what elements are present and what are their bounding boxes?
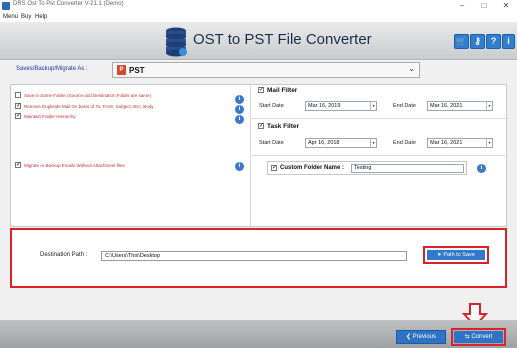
- custom-folder-label: Custom Folder Name :: [280, 165, 345, 171]
- path-to-save-button[interactable]: ➤ Path to Save: [427, 250, 485, 260]
- database-icon: [166, 27, 187, 57]
- task-filter-toggle[interactable]: ✓ Task Filter: [258, 122, 338, 131]
- convert-button[interactable]: ⇆ Convert: [454, 331, 503, 343]
- save-as-value: PST: [129, 66, 145, 75]
- path-to-save-highlight: ➤ Path to Save: [423, 246, 489, 264]
- filter-separator: [251, 118, 508, 119]
- option-label: Remove Duplicate Mail On basis of To, Fr…: [24, 104, 154, 109]
- menu-item-help[interactable]: Help: [35, 12, 47, 22]
- close-button[interactable]: ✕: [495, 0, 517, 12]
- window-title: DRS Ost To Pst Converter V-21.1 (Demo): [13, 1, 124, 7]
- custom-folder-input[interactable]: Testing: [351, 164, 464, 173]
- save-as-select[interactable]: P PST ⌄: [112, 62, 420, 78]
- question-icon[interactable]: ?: [486, 34, 501, 49]
- app-title: OST to PST File Converter: [193, 31, 372, 48]
- checkbox[interactable]: ✓: [15, 113, 21, 119]
- info-icon[interactable]: i: [502, 34, 515, 49]
- option-same-folder[interactable]: Save in Same Folder (Source and Destinat…: [15, 92, 245, 100]
- options-panel: Save in Same Folder (Source and Destinat…: [10, 84, 508, 228]
- convert-highlight: ⇆ Convert: [451, 328, 506, 346]
- app-window: DRS Ost To Pst Converter V-21.1 (Demo) –…: [0, 0, 517, 348]
- maximize-button[interactable]: □: [473, 0, 495, 12]
- checkbox[interactable]: [15, 92, 21, 98]
- panel-divider: [250, 85, 251, 228]
- previous-icon: ❮: [405, 334, 413, 340]
- menu-item-menu[interactable]: Menu: [3, 12, 18, 22]
- calendar-dropdown-icon[interactable]: ▾: [370, 139, 376, 147]
- task-end-value: Mar 16, 2021: [430, 140, 463, 146]
- option-without-attachments[interactable]: ✓ Migrate or Backup Emails Without Attac…: [15, 162, 245, 170]
- convert-label: Convert: [471, 334, 493, 340]
- app-icon: [2, 2, 10, 10]
- cart-icon[interactable]: 🛒: [454, 34, 469, 49]
- mail-start-value: Mar 16, 2019: [308, 103, 341, 109]
- calendar-dropdown-icon[interactable]: ▾: [370, 102, 376, 110]
- pst-file-icon: P: [117, 65, 126, 75]
- task-end-label: End Date: [393, 140, 416, 146]
- calendar-dropdown-icon[interactable]: ▾: [486, 139, 492, 147]
- destination-label: Destination Path :: [40, 252, 88, 258]
- checkbox[interactable]: ✓: [15, 162, 21, 168]
- info-icon[interactable]: i: [235, 162, 244, 171]
- checkbox[interactable]: ✓: [15, 103, 21, 109]
- info-icon[interactable]: i: [235, 115, 244, 124]
- checkbox[interactable]: ✓: [258, 87, 264, 93]
- title-bar: DRS Ost To Pst Converter V-21.1 (Demo) –…: [0, 0, 517, 12]
- destination-path-input[interactable]: C:\Users\This\Desktop: [101, 251, 407, 261]
- mail-filter-toggle[interactable]: ✓ Mail Filter: [258, 86, 338, 95]
- minimize-button[interactable]: –: [451, 0, 473, 12]
- save-as-label: Saves/Backup/Migrate As :: [16, 66, 88, 72]
- option-label: Migrate or Backup Emails Without Attachm…: [24, 163, 125, 168]
- checkbox[interactable]: ✓: [258, 123, 264, 129]
- option-maintain-hierarchy[interactable]: ✓ Maintain Folder Hierarchy: [15, 113, 245, 121]
- calendar-dropdown-icon[interactable]: ▾: [486, 102, 492, 110]
- footer-bar: ❮ Previous ⇆ Convert: [0, 320, 517, 348]
- filter-separator: [251, 155, 508, 156]
- custom-folder-group: ✓ Custom Folder Name : Testing: [267, 161, 467, 175]
- previous-button[interactable]: ❮ Previous: [396, 330, 446, 344]
- mail-end-date[interactable]: Mar 16, 2021 ▾: [427, 101, 493, 111]
- mail-filter-label: Mail Filter: [267, 87, 298, 94]
- mail-start-date[interactable]: Mar 16, 2019 ▾: [305, 101, 377, 111]
- option-label: Save in Same Folder (Source and Destinat…: [24, 93, 152, 98]
- task-start-value: Apr 16, 2018: [308, 140, 340, 146]
- app-header: OST to PST File Converter 🛒 ⚷ ? i: [0, 22, 517, 60]
- key-icon[interactable]: ⚷: [470, 34, 485, 49]
- task-end-date[interactable]: Mar 16, 2021 ▾: [427, 138, 493, 148]
- task-start-label: Start Date: [259, 140, 284, 146]
- checkbox[interactable]: ✓: [271, 165, 277, 171]
- previous-label: Previous: [412, 334, 437, 340]
- menu-item-buy[interactable]: Buy: [21, 12, 31, 22]
- mail-end-value: Mar 16, 2021: [430, 103, 463, 109]
- menu-bar: Menu Buy Help: [0, 12, 517, 22]
- mail-start-label: Start Date: [259, 103, 284, 109]
- task-filter-label: Task Filter: [267, 123, 300, 130]
- mail-end-label: End Date: [393, 103, 416, 109]
- path-to-save-label: Path to Save: [443, 252, 475, 258]
- chevron-down-icon: ⌄: [408, 64, 415, 73]
- option-remove-duplicate[interactable]: ✓ Remove Duplicate Mail On basis of To, …: [15, 103, 245, 111]
- task-start-date[interactable]: Apr 16, 2018 ▾: [305, 138, 377, 148]
- save-as-row: Saves/Backup/Migrate As : P PST ⌄: [0, 60, 517, 82]
- destination-panel: Destination Path : C:\Users\This\Desktop…: [10, 228, 507, 288]
- option-label: Maintain Folder Hierarchy: [24, 114, 76, 119]
- info-icon[interactable]: i: [477, 164, 486, 173]
